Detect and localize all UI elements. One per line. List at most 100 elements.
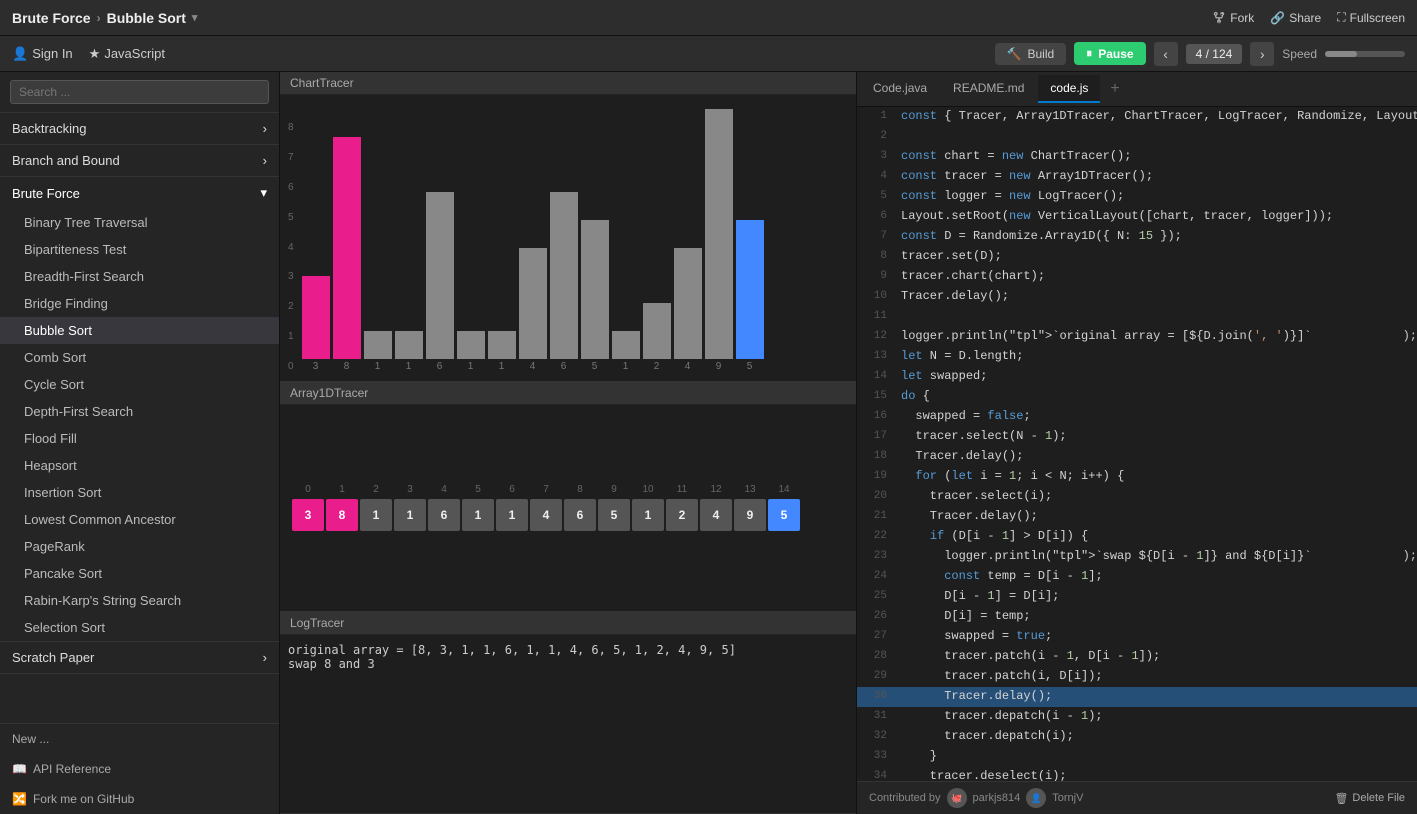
sidebar-item-pagerank[interactable]: PageRank xyxy=(0,533,279,560)
line-code xyxy=(897,307,1417,327)
sidebar-footer: New ... 📖 API Reference 🔀 Fork me on Git… xyxy=(0,723,279,814)
sidebar-item-selection-sort[interactable]: Selection Sort xyxy=(0,614,279,641)
code-line: 9 tracer.chart(chart); xyxy=(857,267,1417,287)
line-number: 30 xyxy=(857,687,897,707)
editor-content[interactable]: 1 const { Tracer, Array1DTracer, ChartTr… xyxy=(857,107,1417,781)
sidebar-item-depth-first-search[interactable]: Depth-First Search xyxy=(0,398,279,425)
breadcrumb-separator: › xyxy=(97,11,101,25)
bar-label: 1 xyxy=(623,361,629,372)
center-panels: ChartTracer 8 7 6 5 4 3 2 1 0 3 8 1 xyxy=(280,72,857,814)
array-index-label: 2 xyxy=(360,484,392,495)
chart-content: 8 7 6 5 4 3 2 1 0 3 8 1 1 6 1 xyxy=(280,95,856,380)
sidebar-item-flood-fill[interactable]: Flood Fill xyxy=(0,425,279,452)
github-icon: 🔀 xyxy=(12,792,27,806)
fork-icon xyxy=(1212,11,1226,25)
sidebar-item-lowest-common-ancestor[interactable]: Lowest Common Ancestor xyxy=(0,506,279,533)
array-cells: 381161146512495 xyxy=(288,499,848,531)
sidebar-footer-api[interactable]: 📖 API Reference xyxy=(0,754,279,784)
next-step-button[interactable]: › xyxy=(1250,42,1274,66)
line-code: D[i - 1] = D[i]; xyxy=(897,587,1417,607)
line-code: tracer.select(N - 1); xyxy=(897,427,1417,447)
sidebar-item-rabin-karp[interactable]: Rabin-Karp's String Search xyxy=(0,587,279,614)
sidebar-item-pancake-sort[interactable]: Pancake Sort xyxy=(0,560,279,587)
fork-button[interactable]: Fork xyxy=(1212,11,1254,25)
code-line: 15 do { xyxy=(857,387,1417,407)
signin-button[interactable]: 👤 Sign In xyxy=(12,46,73,62)
code-line: 24 const temp = D[i - 1]; xyxy=(857,567,1417,587)
line-code: const chart = new ChartTracer(); xyxy=(897,147,1417,167)
tab-readme[interactable]: README.md xyxy=(941,75,1036,103)
code-line: 6 Layout.setRoot(new VerticalLayout([cha… xyxy=(857,207,1417,227)
array-cell: 1 xyxy=(632,499,664,531)
code-line: 14 let swapped; xyxy=(857,367,1417,387)
sidebar-group-header-scratch[interactable]: Scratch Paper › xyxy=(0,642,279,673)
line-code: tracer.patch(i - 1, D[i - 1]); xyxy=(897,647,1417,667)
language-selector[interactable]: ★ JavaScript xyxy=(89,46,165,62)
code-line: 10 Tracer.delay(); xyxy=(857,287,1417,307)
sidebar-item-binary-tree-traversal[interactable]: Binary Tree Traversal xyxy=(0,209,279,236)
pause-icon: ⏸ xyxy=(1086,46,1092,61)
sidebar-group-header-backtracking[interactable]: Backtracking › xyxy=(0,113,279,144)
pause-button[interactable]: ⏸ Pause xyxy=(1074,42,1145,65)
chevron-right-icon: › xyxy=(263,650,267,665)
chart-bar: 6 xyxy=(426,192,454,372)
tab-code-java[interactable]: Code.java xyxy=(861,75,939,103)
chart-bar: 5 xyxy=(581,220,609,372)
prev-step-button[interactable]: ‹ xyxy=(1154,42,1178,66)
sidebar-item-bubble-sort[interactable]: Bubble Sort xyxy=(0,317,279,344)
sidebar-item-cycle-sort[interactable]: Cycle Sort xyxy=(0,371,279,398)
sidebar-item-comb-sort[interactable]: Comb Sort xyxy=(0,344,279,371)
line-number: 22 xyxy=(857,527,897,547)
sidebar-group-scratch: Scratch Paper › xyxy=(0,642,279,674)
sidebar-footer-new[interactable]: New ... xyxy=(0,724,279,754)
code-line: 25 D[i - 1] = D[i]; xyxy=(857,587,1417,607)
line-number: 28 xyxy=(857,647,897,667)
dropdown-arrow-icon[interactable]: ▾ xyxy=(192,11,198,24)
sidebar-footer-github[interactable]: 🔀 Fork me on GitHub xyxy=(0,784,279,814)
chart-title: ChartTracer xyxy=(280,72,856,95)
secondbar: 👤 Sign In ★ JavaScript 🔨 Build ⏸ Pause ‹… xyxy=(0,36,1417,72)
line-code: swapped = true; xyxy=(897,627,1417,647)
sidebar-item-heapsort[interactable]: Heapsort xyxy=(0,452,279,479)
line-code: let N = D.length; xyxy=(897,347,1417,367)
api-icon: 📖 xyxy=(12,762,27,776)
sidebar-item-insertion-sort[interactable]: Insertion Sort xyxy=(0,479,279,506)
line-number: 34 xyxy=(857,767,897,781)
code-line: 32 tracer.depatch(i); xyxy=(857,727,1417,747)
secondbar-right: 🔨 Build ⏸ Pause ‹ 4 / 124 › Speed xyxy=(995,42,1405,66)
share-button[interactable]: 🔗 Share xyxy=(1270,11,1321,25)
tab-code-js[interactable]: code.js xyxy=(1038,75,1100,103)
line-number: 16 xyxy=(857,407,897,427)
code-line: 31 tracer.depatch(i - 1); xyxy=(857,707,1417,727)
sidebar-item-bipartiteness-test[interactable]: Bipartiteness Test xyxy=(0,236,279,263)
sidebar-item-bridge-finding[interactable]: Bridge Finding xyxy=(0,290,279,317)
speed-slider[interactable] xyxy=(1325,51,1405,57)
search-input[interactable] xyxy=(10,80,269,104)
chart-bar: 9 xyxy=(705,109,733,372)
breadcrumb-item-2[interactable]: Bubble Sort xyxy=(107,10,186,26)
bar-label: 9 xyxy=(716,361,722,372)
avatar-parkjs814: 🐙 xyxy=(947,788,967,808)
add-tab-button[interactable]: + xyxy=(1102,77,1127,101)
line-number: 11 xyxy=(857,307,897,327)
sidebar-group-header-branch[interactable]: Branch and Bound › xyxy=(0,145,279,176)
code-line: 2 xyxy=(857,127,1417,147)
chart-bar: 4 xyxy=(674,248,702,372)
delete-file-button[interactable]: 🗑 Delete File xyxy=(1334,792,1405,805)
line-code: const logger = new LogTracer(); xyxy=(897,187,1417,207)
breadcrumb-item-1[interactable]: Brute Force xyxy=(12,10,91,26)
chevron-down-icon: ▾ xyxy=(260,185,267,201)
sidebar-item-breadth-first-search[interactable]: Breadth-First Search xyxy=(0,263,279,290)
array-cell: 6 xyxy=(428,499,460,531)
line-code xyxy=(897,127,1417,147)
code-line: 11 xyxy=(857,307,1417,327)
build-button[interactable]: 🔨 Build xyxy=(995,43,1067,65)
array-cell: 8 xyxy=(326,499,358,531)
line-code: logger.println("tpl">`swap ${D[i - 1]} a… xyxy=(897,547,1403,567)
line-number: 1 xyxy=(857,107,897,127)
sidebar-group-header-bruteforce[interactable]: Brute Force ▾ xyxy=(0,177,279,209)
chart-bar: 5 xyxy=(736,220,764,372)
line-code: tracer.patch(i, D[i]); xyxy=(897,667,1417,687)
fullscreen-button[interactable]: ⛶ Fullscreen xyxy=(1337,10,1405,25)
editor-footer: Contributed by 🐙 parkjs814 👤 TornjV 🗑 De… xyxy=(857,781,1417,814)
